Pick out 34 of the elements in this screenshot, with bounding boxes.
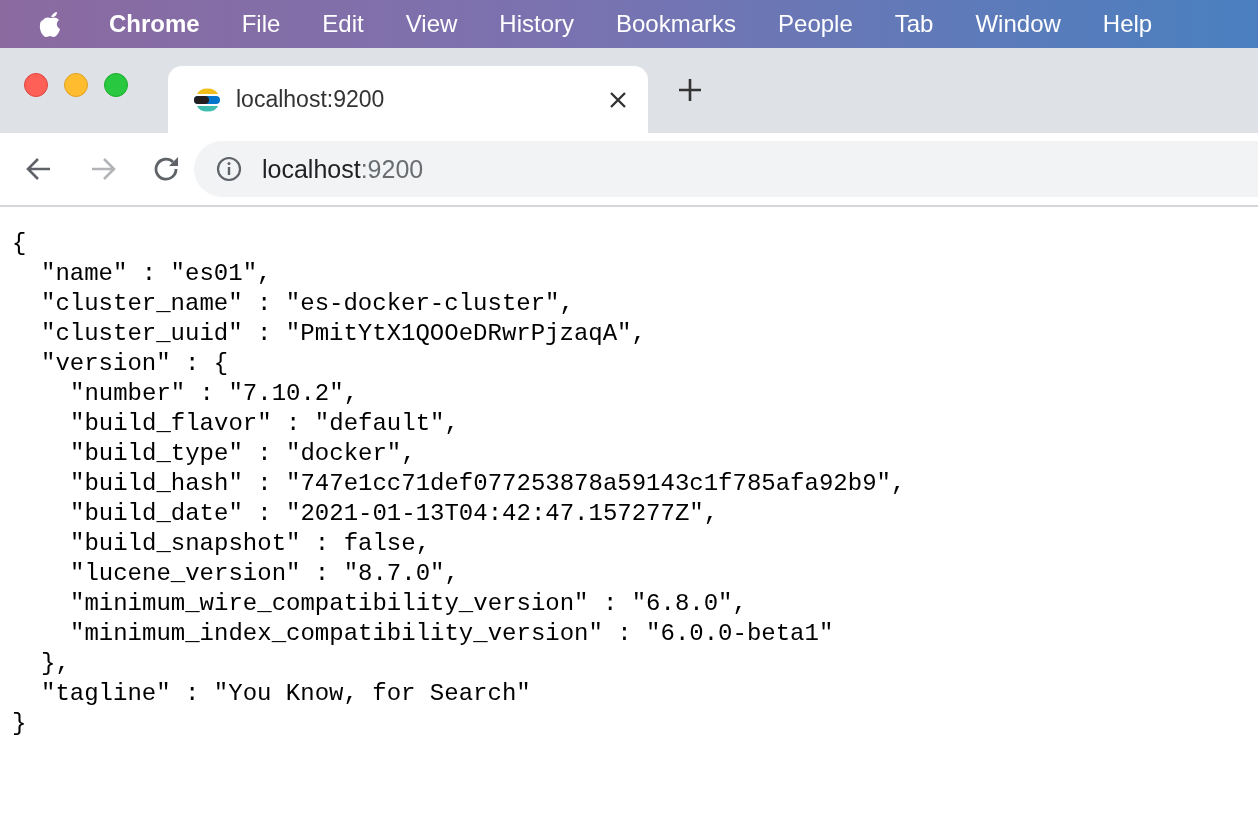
code-line: } — [12, 709, 27, 739]
menu-item[interactable]: People — [757, 10, 874, 38]
tab-title: localhost:9200 — [236, 86, 386, 113]
code-line: "tagline" : "You Know, for Search" — [41, 679, 531, 709]
code-line: }, — [41, 649, 70, 679]
menu-item[interactable]: File — [220, 10, 302, 38]
menu-item[interactable]: Edit — [301, 10, 385, 38]
menu-item[interactable]: Help — [1081, 10, 1174, 38]
code-line: { — [12, 229, 27, 259]
code-line: "minimum_index_compatibility_version" : "6.0.0-beta1" — [70, 619, 834, 649]
menu-item[interactable]: Bookmarks — [595, 10, 758, 38]
code-line: "build_snapshot" : false, — [70, 529, 431, 559]
code-line: "name" : "es01", — [41, 259, 272, 289]
code-line: "lucene_version" : "8.7.0", — [70, 559, 459, 589]
code-line: "cluster_uuid" : "PmitYtX1QOOeDRwrPjzaqA", — [41, 319, 646, 349]
new-tab-icon[interactable] — [678, 77, 702, 102]
code-line: "build_flavor" : "default", — [70, 409, 459, 439]
menu-item[interactable]: View — [384, 10, 479, 38]
menu-item[interactable]: Window — [954, 10, 1082, 38]
close-tab-icon[interactable] — [608, 89, 628, 110]
code-line: "build_hash" : "747e1cc71def077253878a59143c1f785afa92b9", — [70, 469, 906, 499]
code-line: "cluster_name" : "es-docker-cluster", — [41, 289, 574, 319]
menu-item[interactable]: Tab — [873, 10, 955, 38]
address-field[interactable]: localhost:9200 — [194, 141, 1258, 197]
close-window-button[interactable] — [24, 72, 48, 97]
code-line: "build_type" : "docker", — [70, 439, 416, 469]
code-line: "minimum_wire_compatibility_version" : "6.8.0", — [70, 589, 747, 619]
info-icon[interactable] — [216, 156, 242, 182]
code-line: "version" : { — [41, 349, 229, 379]
browser-tab[interactable]: localhost:9200 — [168, 66, 648, 133]
app-menu[interactable]: Chrome — [88, 10, 221, 38]
code-line: "number" : "7.10.2", — [70, 379, 359, 409]
code-line: "build_date" : "2021-01-13T04:42:47.157277Z", — [70, 499, 719, 529]
menu-item[interactable]: History — [478, 10, 595, 38]
